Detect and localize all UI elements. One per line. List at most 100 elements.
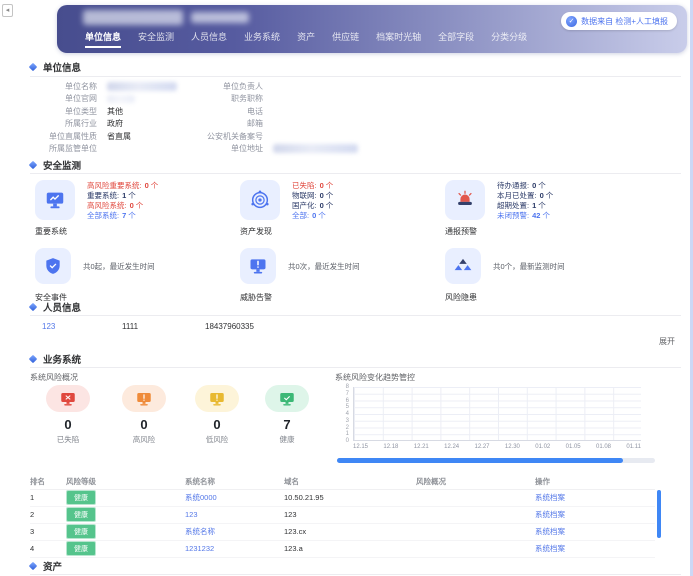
- field-unit-type: 单位类型 其他: [7, 105, 177, 118]
- field-label: 电话: [173, 106, 263, 117]
- section-header-security: 安全监测: [30, 158, 81, 172]
- section-divider: [30, 315, 681, 316]
- status-badge: 健康: [66, 490, 96, 505]
- chart-y-axis: 876543210: [333, 384, 349, 444]
- tab-classification-grading[interactable]: 分类分级: [491, 30, 527, 48]
- chart-zoom-slider[interactable]: [337, 458, 655, 463]
- stat-line: 未闭预警:42个: [497, 211, 553, 221]
- stat-line: 全部:0个: [292, 211, 333, 221]
- risk-count: 0: [187, 417, 247, 432]
- diamond-icon: [29, 355, 37, 363]
- data-source-badge[interactable]: ✓ 数据来自 检测+人工填报: [561, 12, 677, 30]
- unit-info-right-column: 单位负责人 职务职称 电话 邮箱 公安机关备案号 单位地址: [173, 80, 358, 155]
- risk-count: 0: [38, 417, 98, 432]
- tab-security-monitoring[interactable]: 安全监测: [138, 30, 174, 48]
- stat-line: 待办通报:0个: [497, 181, 553, 191]
- monitor-risk-icon: [208, 390, 226, 408]
- field-unit-address: 单位地址: [173, 143, 358, 156]
- card-threat-alerts: 共0次，最近发生时间 威胁告警: [240, 248, 440, 284]
- tab-business-systems[interactable]: 业务系统: [244, 30, 280, 48]
- stat-line: 国产化:0个: [292, 201, 333, 211]
- system-archive-link[interactable]: 系统档案: [535, 544, 565, 553]
- system-name-link[interactable]: 系统名称: [185, 527, 215, 536]
- system-name-link[interactable]: 1231232: [185, 544, 214, 553]
- field-phone: 电话: [173, 105, 358, 118]
- rank-cell: 3: [30, 523, 66, 540]
- person-name-link[interactable]: 123: [42, 322, 55, 331]
- rank-cell: 2: [30, 506, 66, 523]
- table-row: 3 健康 系统名称 123.cx 系统档案: [30, 523, 655, 540]
- section-header-personnel: 人员信息: [30, 300, 81, 314]
- table-row: 2 健康 123 123 系统档案: [30, 506, 655, 523]
- risk-label: 高风险: [114, 434, 174, 445]
- field-value: 政府: [107, 118, 123, 129]
- col-risk-level: 风险等级: [66, 474, 185, 489]
- tab-unit-info[interactable]: 单位信息: [85, 30, 121, 48]
- system-name-link[interactable]: 系统0000: [185, 493, 217, 502]
- risk-label: 已失陷: [38, 434, 98, 445]
- table-scrollbar[interactable]: [657, 490, 661, 538]
- event-summary: 共0次，最近发生时间: [288, 261, 360, 272]
- system-archive-link[interactable]: 系统档案: [535, 510, 565, 519]
- collapse-panel-button[interactable]: ◂: [2, 4, 13, 17]
- table-row: 4 健康 1231232 123.a 系统档案: [30, 540, 655, 557]
- person-phone: 18437960335: [205, 322, 254, 331]
- field-unit-leader: 单位负责人: [173, 80, 358, 93]
- siren-icon: [445, 180, 485, 220]
- system-name-link[interactable]: 123: [185, 510, 198, 519]
- risk-oval: [46, 385, 90, 412]
- unit-info-left-column: 单位名称 单位官网 单位类型 其他 所属行业 政府 单位直属性质 省直属 所属监…: [7, 80, 177, 155]
- event-summary: 共0起，最近发生时间: [83, 261, 155, 272]
- card-notification-warning: 待办通报:0个 本月已处置:0个 超期处置:1个 未闭预警:42个 通报预警: [445, 180, 645, 220]
- monitor-risk-icon: [59, 390, 77, 408]
- field-label: 邮箱: [173, 118, 263, 129]
- field-label: 单位地址: [173, 143, 263, 154]
- field-email: 邮箱: [173, 118, 358, 131]
- card-important-systems: 高风险重要系统:0个 重要系统:1个 高风险系统:0个 全部系统:7个 重要系统: [35, 180, 235, 220]
- field-affiliation-nature: 单位直属性质 省直属: [7, 130, 177, 143]
- field-label: 单位直属性质: [7, 131, 97, 142]
- system-archive-link[interactable]: 系统档案: [535, 527, 565, 536]
- tab-supply-chain[interactable]: 供应链: [332, 30, 359, 48]
- col-domain: 域名: [284, 474, 416, 489]
- system-archive-link[interactable]: 系统档案: [535, 493, 565, 502]
- risk-stat-compromised: 0 已失陷: [38, 385, 98, 445]
- page-header: ✓ 数据来自 检测+人工填报 单位信息 安全监测 人员信息 业务系统 资产 供应…: [57, 5, 687, 53]
- alert-monitor-icon: [240, 248, 276, 284]
- field-industry: 所属行业 政府: [7, 118, 177, 131]
- field-label: 单位名称: [7, 81, 97, 92]
- system-ranking-table: 排名 风险等级 系统名称 域名 风险概况 操作 1 健康 系统0000 10.5…: [30, 474, 655, 558]
- section-title: 人员信息: [43, 300, 81, 314]
- section-header-assets: 资产: [30, 559, 62, 573]
- chart-x-axis: 12.1512.1812.2112.2412.2712.3001.0201.05…: [353, 444, 641, 450]
- card-label: 重要系统: [35, 226, 67, 237]
- tab-all-fields[interactable]: 全部字段: [438, 30, 474, 48]
- section-divider: [30, 76, 681, 77]
- tab-personnel-info[interactable]: 人员信息: [191, 30, 227, 48]
- expand-link[interactable]: 展开: [659, 336, 675, 347]
- col-risk-overview: 风险概况: [416, 474, 535, 489]
- blurred-value: [107, 82, 177, 91]
- field-label: 所属监管单位: [7, 143, 97, 154]
- card-asset-discovery: 已失陷:0个 物联网:0个 国产化:0个 全部:0个 资产发现: [240, 180, 440, 220]
- tab-archive-timeline[interactable]: 档案时光轴: [376, 30, 421, 48]
- domain-cell: 123: [284, 506, 416, 523]
- field-label: 单位类型: [7, 106, 97, 117]
- domain-cell: 10.50.21.95: [284, 489, 416, 506]
- stat-line: 本月已处置:0个: [497, 191, 553, 201]
- event-summary: 共0个，最新监测时间: [493, 261, 565, 272]
- col-actions: 操作: [535, 474, 655, 489]
- diamond-icon: [29, 562, 37, 570]
- overview-cell: [416, 489, 535, 506]
- table-row: 1 健康 系统0000 10.50.21.95 系统档案: [30, 489, 655, 506]
- risk-label: 低风险: [187, 434, 247, 445]
- stat-list: 待办通报:0个 本月已处置:0个 超期处置:1个 未闭预警:42个: [497, 181, 553, 221]
- chart-zoom-slider-fill[interactable]: [337, 458, 623, 463]
- section-header-business: 业务系统: [30, 352, 81, 366]
- risk-oval: [122, 385, 166, 412]
- tab-assets[interactable]: 资产: [297, 30, 315, 48]
- risk-count: 7: [257, 417, 317, 432]
- data-source-icon: ✓: [566, 16, 577, 27]
- field-value: 其他: [107, 106, 123, 117]
- stat-list: 高风险重要系统:0个 重要系统:1个 高风险系统:0个 全部系统:7个: [87, 181, 158, 221]
